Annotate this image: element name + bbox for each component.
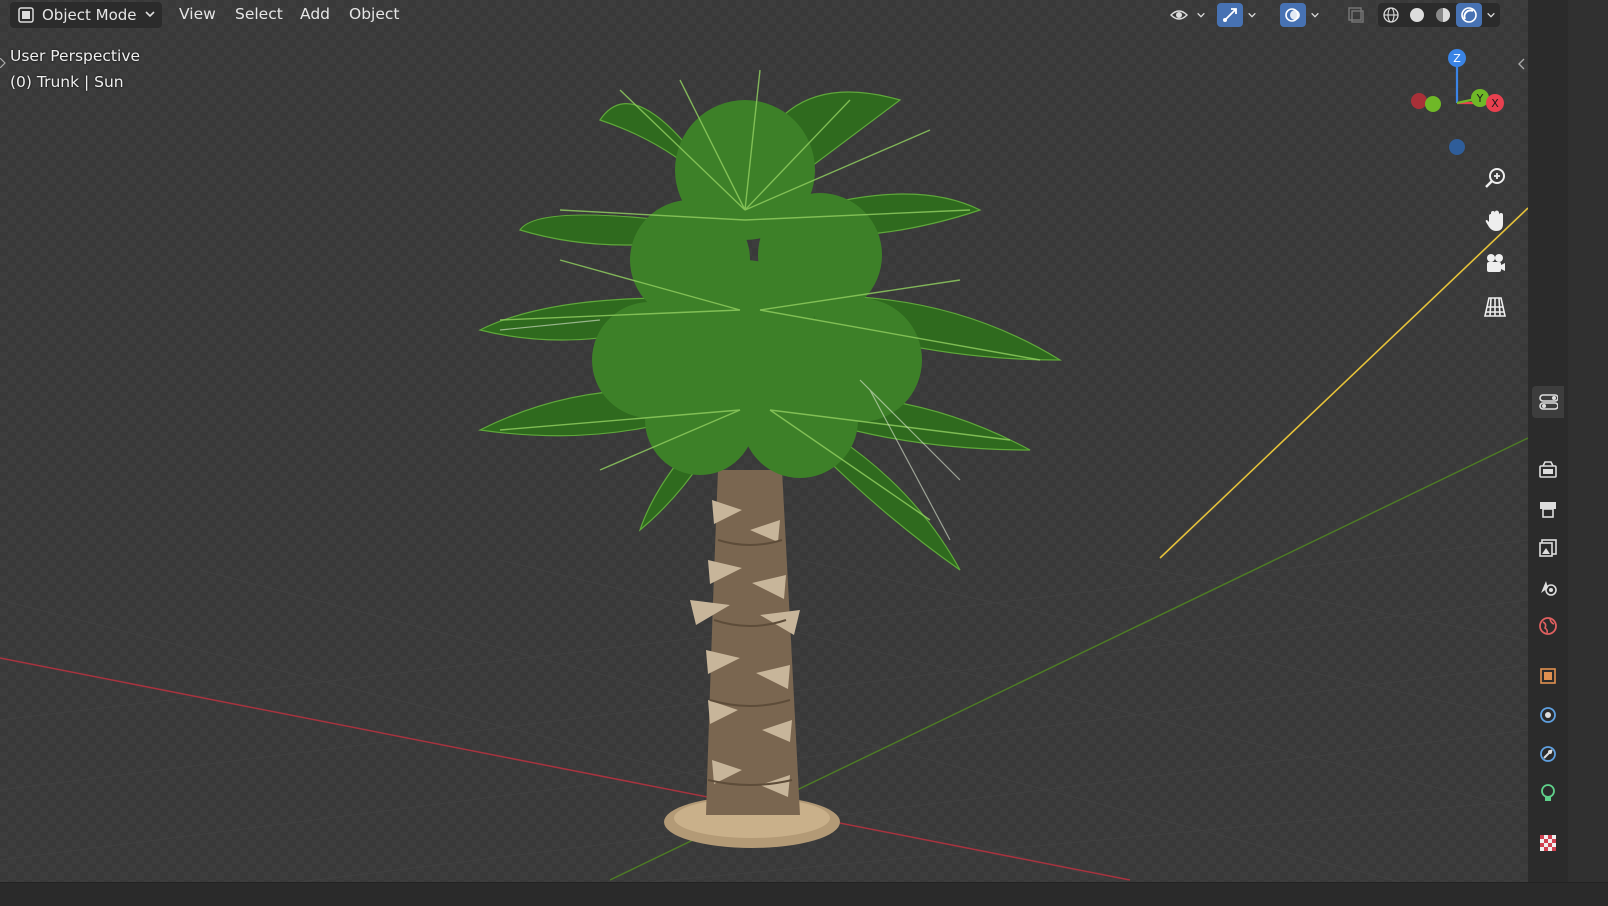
tab-output[interactable]	[1532, 493, 1564, 525]
tool-icon	[1539, 394, 1558, 410]
mode-label: Object Mode	[42, 6, 137, 24]
x-axis-letter: X	[1491, 97, 1499, 110]
selectability-visibility-button[interactable]	[1166, 3, 1192, 27]
neg-x-handle[interactable]	[1411, 93, 1427, 109]
bottom-status-bar	[0, 882, 1608, 906]
properties-editor-edge	[1568, 0, 1608, 882]
rendered-icon	[1461, 7, 1477, 23]
properties-tabs	[1528, 0, 1568, 882]
material-icon	[1436, 8, 1450, 22]
physics-icon	[1540, 746, 1556, 762]
sun-direction-line	[1159, 207, 1528, 559]
gizmo-toggle-button[interactable]	[1217, 3, 1243, 27]
gizmo-group	[1217, 3, 1261, 27]
modifier-icon	[1540, 707, 1556, 723]
render-icon	[1539, 461, 1557, 478]
tab-view-layer[interactable]	[1532, 532, 1564, 564]
navigation-gizmo[interactable]: Y X Z	[1400, 40, 1520, 160]
tab-light-data[interactable]	[1532, 777, 1564, 809]
shading-solid-button[interactable]	[1404, 3, 1430, 27]
pan-button[interactable]	[1480, 206, 1510, 236]
gizmo-dropdown[interactable]	[1243, 3, 1261, 27]
z-axis-letter: Z	[1453, 52, 1461, 65]
menu-add[interactable]: Add	[300, 5, 330, 23]
chevron-down-icon	[1248, 12, 1256, 18]
output-icon	[1540, 502, 1556, 518]
chevron-down-icon	[145, 11, 155, 18]
overlay-dropdown[interactable]	[1306, 3, 1324, 27]
tab-tool[interactable]	[1532, 386, 1564, 418]
xray-group	[1343, 3, 1369, 27]
view-layer-icon	[1539, 539, 1557, 557]
xray-icon	[1348, 7, 1364, 23]
scene-icon	[1541, 581, 1557, 596]
y-axis-letter: Y	[1476, 92, 1484, 105]
shading-wireframe-button[interactable]	[1378, 3, 1404, 27]
toolbar-expand-icon[interactable]	[0, 58, 6, 68]
tab-modifiers[interactable]	[1532, 699, 1564, 731]
overlay-toggle-button[interactable]	[1280, 3, 1306, 27]
shading-material-button[interactable]	[1430, 3, 1456, 27]
ortho-grid-icon	[1484, 297, 1506, 317]
ortho-toggle-button[interactable]	[1480, 292, 1510, 322]
chevron-down-icon	[1487, 12, 1495, 18]
menu-view[interactable]: View	[179, 5, 216, 23]
shading-rendered-button[interactable]	[1456, 3, 1482, 27]
chevron-down-icon	[1311, 12, 1319, 18]
palm-tree-model[interactable]	[478, 69, 1063, 848]
view-name-label: User Perspective	[10, 47, 141, 65]
hand-pan-icon	[1485, 210, 1503, 231]
gizmo-arrow-icon	[1223, 8, 1237, 22]
tab-texture[interactable]	[1532, 827, 1564, 859]
object-icon	[1540, 668, 1556, 684]
solid-icon	[1410, 8, 1424, 22]
tab-world[interactable]	[1532, 610, 1564, 642]
eye-icon	[1170, 10, 1188, 20]
mode-selector[interactable]: Object Mode	[10, 2, 162, 28]
world-icon	[1539, 617, 1557, 635]
scene-canvas[interactable]	[0, 0, 1528, 882]
object-data-light-icon	[1541, 784, 1555, 801]
tab-object[interactable]	[1532, 660, 1564, 692]
overlay-group	[1280, 3, 1324, 27]
overlay-icon	[1285, 8, 1300, 22]
tab-render[interactable]	[1532, 454, 1564, 486]
tab-physics[interactable]	[1532, 738, 1564, 770]
visibility-dropdown[interactable]	[1192, 3, 1210, 27]
zoom-icon	[1485, 168, 1505, 188]
visibility-group	[1166, 3, 1210, 27]
object-mode-icon	[18, 7, 34, 23]
menu-object[interactable]: Object	[349, 5, 399, 23]
tab-scene[interactable]	[1532, 571, 1564, 603]
viewport-header: Object Mode View Select Add Object	[0, 0, 1528, 30]
zoom-button[interactable]	[1480, 163, 1510, 193]
active-object-label: (0) Trunk | Sun	[10, 73, 124, 91]
texture-icon	[1540, 835, 1556, 851]
shading-group	[1378, 3, 1500, 27]
menu-select[interactable]: Select	[235, 5, 283, 23]
camera-view-button[interactable]	[1480, 249, 1510, 279]
xray-toggle-button[interactable]	[1343, 3, 1369, 27]
neg-y-handle[interactable]	[1425, 96, 1441, 112]
chevron-down-icon	[1197, 12, 1205, 18]
camera-icon	[1487, 254, 1505, 272]
3d-viewport[interactable]: Object Mode View Select Add Object User …	[0, 0, 1528, 882]
neg-z-handle[interactable]	[1449, 139, 1465, 155]
shading-dropdown[interactable]	[1482, 3, 1500, 27]
wireframe-icon	[1383, 7, 1399, 23]
